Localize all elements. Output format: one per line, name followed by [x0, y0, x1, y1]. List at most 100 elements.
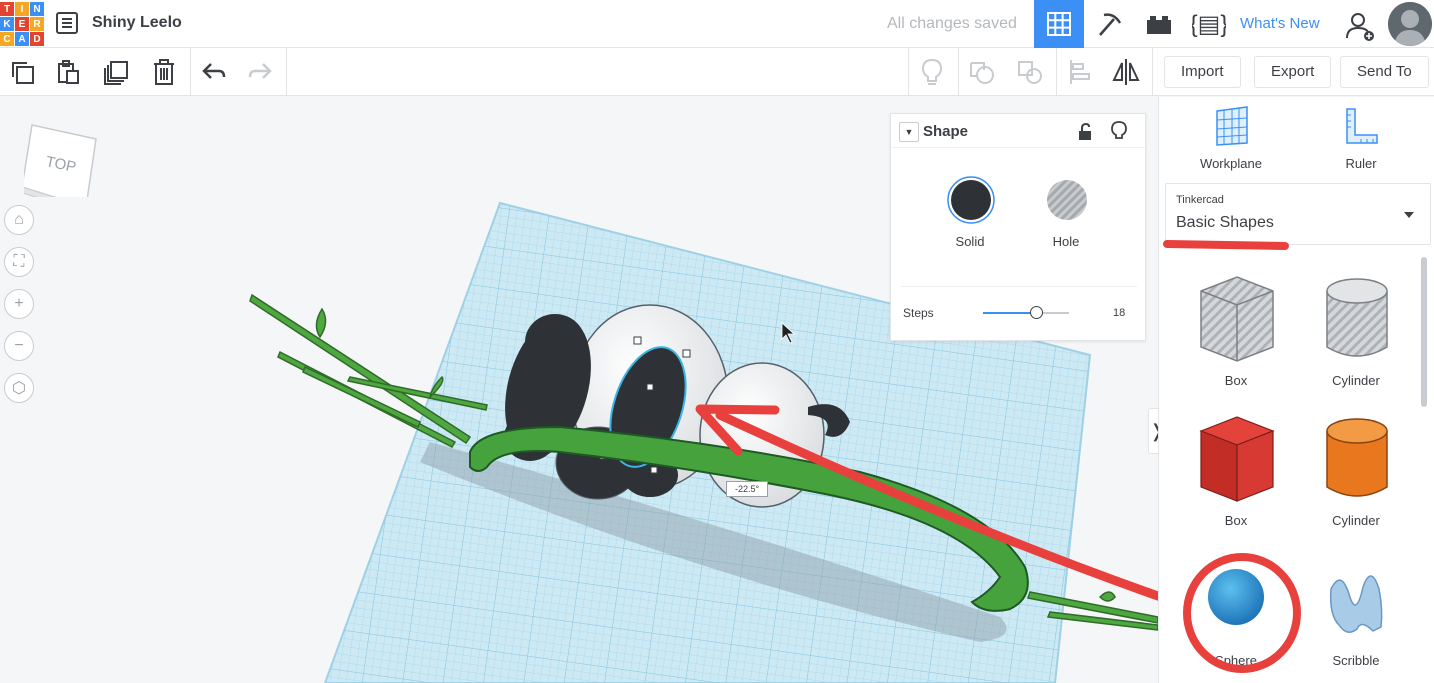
avatar-icon	[1388, 2, 1432, 46]
tinkercad-logo[interactable]: TIN KER CAD	[0, 0, 44, 48]
export-button[interactable]: Export	[1254, 56, 1332, 88]
box-solid-icon	[1199, 416, 1275, 502]
show-hide-button[interactable]	[916, 56, 948, 88]
collapse-toggle[interactable]: ▼	[899, 122, 919, 142]
workplane-label: Workplane	[1200, 156, 1262, 171]
scribble-icon	[1329, 575, 1383, 633]
ungroup-icon	[1018, 61, 1042, 84]
shape-label: Cylinder	[1332, 373, 1380, 388]
paste-icon	[58, 60, 79, 84]
3d-design-view-button[interactable]	[1034, 0, 1084, 48]
copy-button[interactable]	[6, 56, 38, 88]
workplane-icon	[1216, 106, 1248, 146]
hole-swatch-icon	[1047, 180, 1087, 220]
zoom-out-button[interactable]: −	[4, 331, 34, 361]
logo-letter: A	[15, 32, 29, 46]
shapes-scrollbar[interactable]	[1421, 257, 1427, 407]
user-avatar[interactable]	[1388, 2, 1432, 46]
import-button[interactable]: Import	[1164, 56, 1241, 88]
codeblocks-view-button[interactable]: {▤}	[1184, 0, 1234, 48]
svg-text:{▤}: {▤}	[1192, 11, 1226, 38]
add-user-icon	[1346, 13, 1374, 41]
grid-icon	[1047, 12, 1071, 36]
shape-cylinder-solid[interactable]: Cylinder	[1301, 409, 1411, 539]
design-list-icon[interactable]	[56, 12, 78, 34]
ruler-label: Ruler	[1345, 156, 1377, 171]
cylinder-hole-icon	[1326, 278, 1388, 357]
shape-label: Scribble	[1332, 653, 1380, 668]
shape-box-hole[interactable]: Box	[1181, 269, 1291, 399]
shape-inspector: ▼ Shape Solid Hole Steps 18	[890, 113, 1146, 341]
shape-box-solid[interactable]: Box	[1181, 409, 1291, 539]
solid-option[interactable]	[947, 176, 995, 224]
steps-slider[interactable]	[983, 306, 1069, 319]
ungroup-button[interactable]	[1014, 56, 1046, 88]
steps-label: Steps	[903, 306, 934, 320]
shapes-panel: Workplane Ruler Tinkercad Basic Shapes B…	[1158, 97, 1434, 683]
paste-button[interactable]	[52, 56, 84, 88]
align-button[interactable]	[1064, 56, 1096, 88]
edit-toolbar: Import Export Send To	[0, 48, 1434, 96]
trash-icon	[154, 59, 174, 85]
mirror-button[interactable]	[1110, 56, 1142, 88]
shape-label: Box	[1224, 373, 1248, 388]
library-name: Basic Shapes	[1176, 214, 1274, 231]
whats-new-link[interactable]: What's New	[1240, 15, 1320, 32]
logo-letter: T	[0, 2, 14, 16]
mirror-icon	[1112, 59, 1140, 85]
fit-icon: ⛶	[13, 253, 25, 270]
undo-button[interactable]	[198, 56, 230, 88]
send-to-button[interactable]: Send To	[1340, 56, 1429, 88]
steps-value: 18	[1113, 307, 1126, 319]
shape-scribble[interactable]: Scribble	[1301, 549, 1411, 679]
steps-slider-knob[interactable]	[1030, 306, 1044, 319]
fit-view-button[interactable]: ⛶	[4, 247, 34, 277]
plus-icon: +	[14, 295, 24, 312]
align-icon	[1070, 60, 1090, 84]
duplicate-button[interactable]	[100, 56, 132, 88]
caret-down-icon	[1404, 212, 1414, 218]
logo-letter: C	[0, 32, 14, 46]
hole-label: Hole	[1052, 234, 1080, 249]
shape-label: Box	[1224, 513, 1248, 528]
rotation-angle-readout: -22.5°	[726, 481, 769, 497]
blocks-view-button[interactable]	[1084, 0, 1134, 48]
save-status: All changes saved	[887, 15, 1017, 32]
code-braces-icon: {▤}	[1192, 11, 1226, 38]
logo-letter: R	[30, 17, 44, 31]
inspector-title: Shape	[923, 123, 969, 140]
minus-icon: −	[14, 337, 24, 354]
lightbulb-icon[interactable]	[1111, 121, 1127, 141]
delete-button[interactable]	[148, 56, 180, 88]
workplane-tool[interactable]: Workplane	[1171, 105, 1291, 171]
box-hole-icon	[1200, 276, 1274, 362]
hole-option[interactable]	[1043, 176, 1091, 224]
red-circle-annotation	[1183, 553, 1301, 673]
cube-icon: ⬡	[12, 380, 26, 397]
add-user-button[interactable]	[1344, 10, 1376, 42]
lightbulb-icon	[921, 58, 943, 85]
logo-letter: D	[30, 32, 44, 46]
group-button[interactable]	[966, 56, 998, 88]
perspective-button[interactable]: ⬡	[4, 373, 34, 403]
brick-icon	[1147, 16, 1171, 34]
group-icon	[970, 62, 994, 84]
shape-label: Cylinder	[1332, 513, 1380, 528]
home-view-button[interactable]: ⌂	[4, 205, 34, 235]
ruler-icon	[1346, 108, 1378, 144]
redo-icon	[248, 63, 272, 79]
ruler-tool[interactable]: Ruler	[1301, 105, 1421, 171]
logo-letter: K	[0, 17, 14, 31]
project-title[interactable]: Shiny Leelo	[92, 14, 182, 32]
view-cube[interactable]: TOP	[19, 117, 97, 214]
zoom-in-button[interactable]: +	[4, 289, 34, 319]
shape-cylinder-hole[interactable]: Cylinder	[1301, 269, 1411, 399]
cylinder-solid-icon	[1326, 418, 1388, 497]
copy-icon	[12, 62, 34, 84]
unlock-icon[interactable]	[1077, 123, 1093, 141]
redo-button[interactable]	[244, 56, 276, 88]
bricks-view-button[interactable]	[1134, 0, 1184, 48]
shape-library-dropdown[interactable]: Tinkercad Basic Shapes	[1165, 183, 1431, 245]
logo-letter: E	[15, 17, 29, 31]
home-icon: ⌂	[14, 211, 24, 228]
